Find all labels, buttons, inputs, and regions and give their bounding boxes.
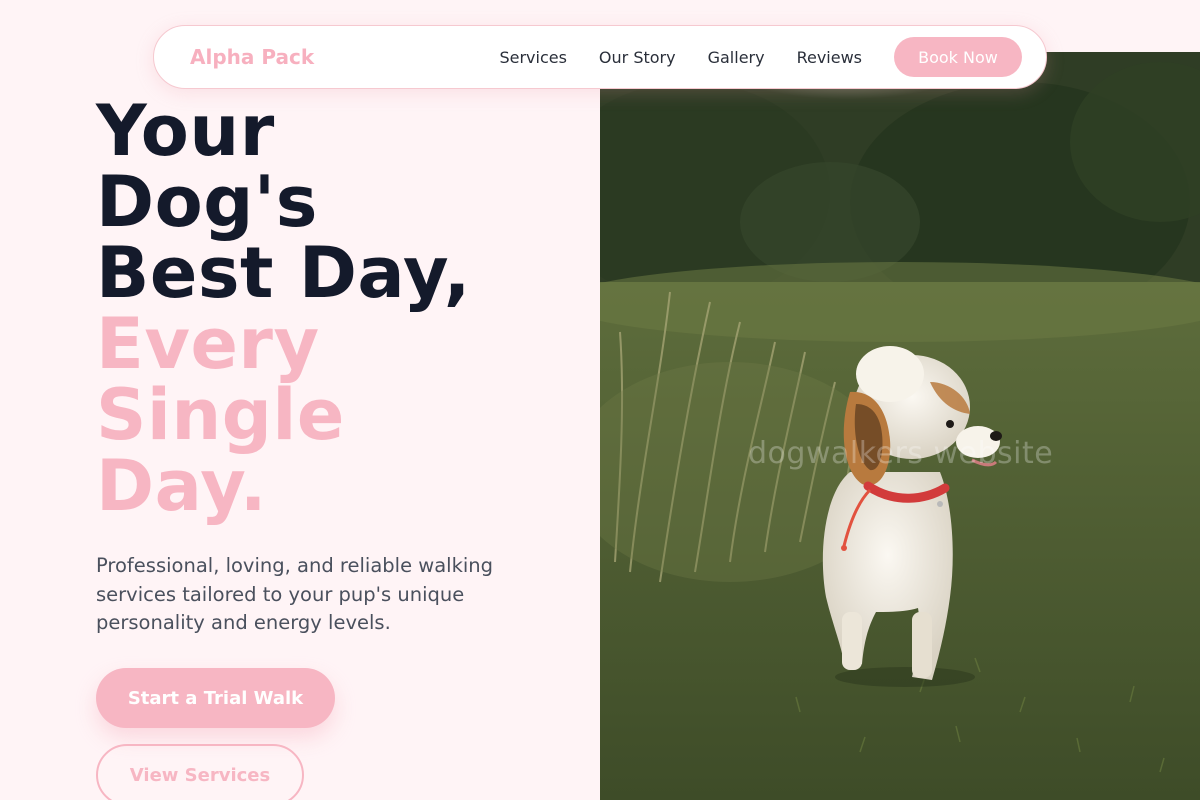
headline-line: Dog's bbox=[96, 161, 318, 243]
dog-in-field-illustration bbox=[600, 52, 1200, 800]
headline-accent-line: Single bbox=[96, 374, 345, 456]
nav-link-reviews[interactable]: Reviews bbox=[797, 48, 862, 67]
view-services-button[interactable]: View Services bbox=[96, 744, 304, 800]
hero-dog-photo: dogwalkers website bbox=[600, 52, 1200, 800]
headline-accent-line: Day. bbox=[96, 445, 267, 527]
nav-link-our-story[interactable]: Our Story bbox=[599, 48, 676, 67]
top-navbar: Alpha Pack Services Our Story Gallery Re… bbox=[153, 25, 1047, 89]
nav-link-services[interactable]: Services bbox=[499, 48, 566, 67]
nav-links: Services Our Story Gallery Reviews bbox=[499, 48, 862, 67]
page: dogwalkers website Alpha Pack Services O… bbox=[0, 0, 1200, 800]
hero-headline: Your Dog's Best Day, Every Single Day. bbox=[96, 96, 576, 522]
start-trial-walk-button[interactable]: Start a Trial Walk bbox=[96, 668, 335, 728]
headline-accent-line: Every bbox=[96, 303, 320, 385]
headline-line: Your bbox=[96, 90, 275, 172]
nav-link-gallery[interactable]: Gallery bbox=[708, 48, 765, 67]
headline-line: Best Day, bbox=[96, 232, 471, 314]
image-watermark: dogwalkers website bbox=[748, 436, 1054, 471]
hero-subtitle: Professional, loving, and reliable walki… bbox=[96, 554, 494, 634]
book-now-button[interactable]: Book Now bbox=[894, 37, 1022, 77]
brand-logo[interactable]: Alpha Pack bbox=[190, 45, 314, 69]
